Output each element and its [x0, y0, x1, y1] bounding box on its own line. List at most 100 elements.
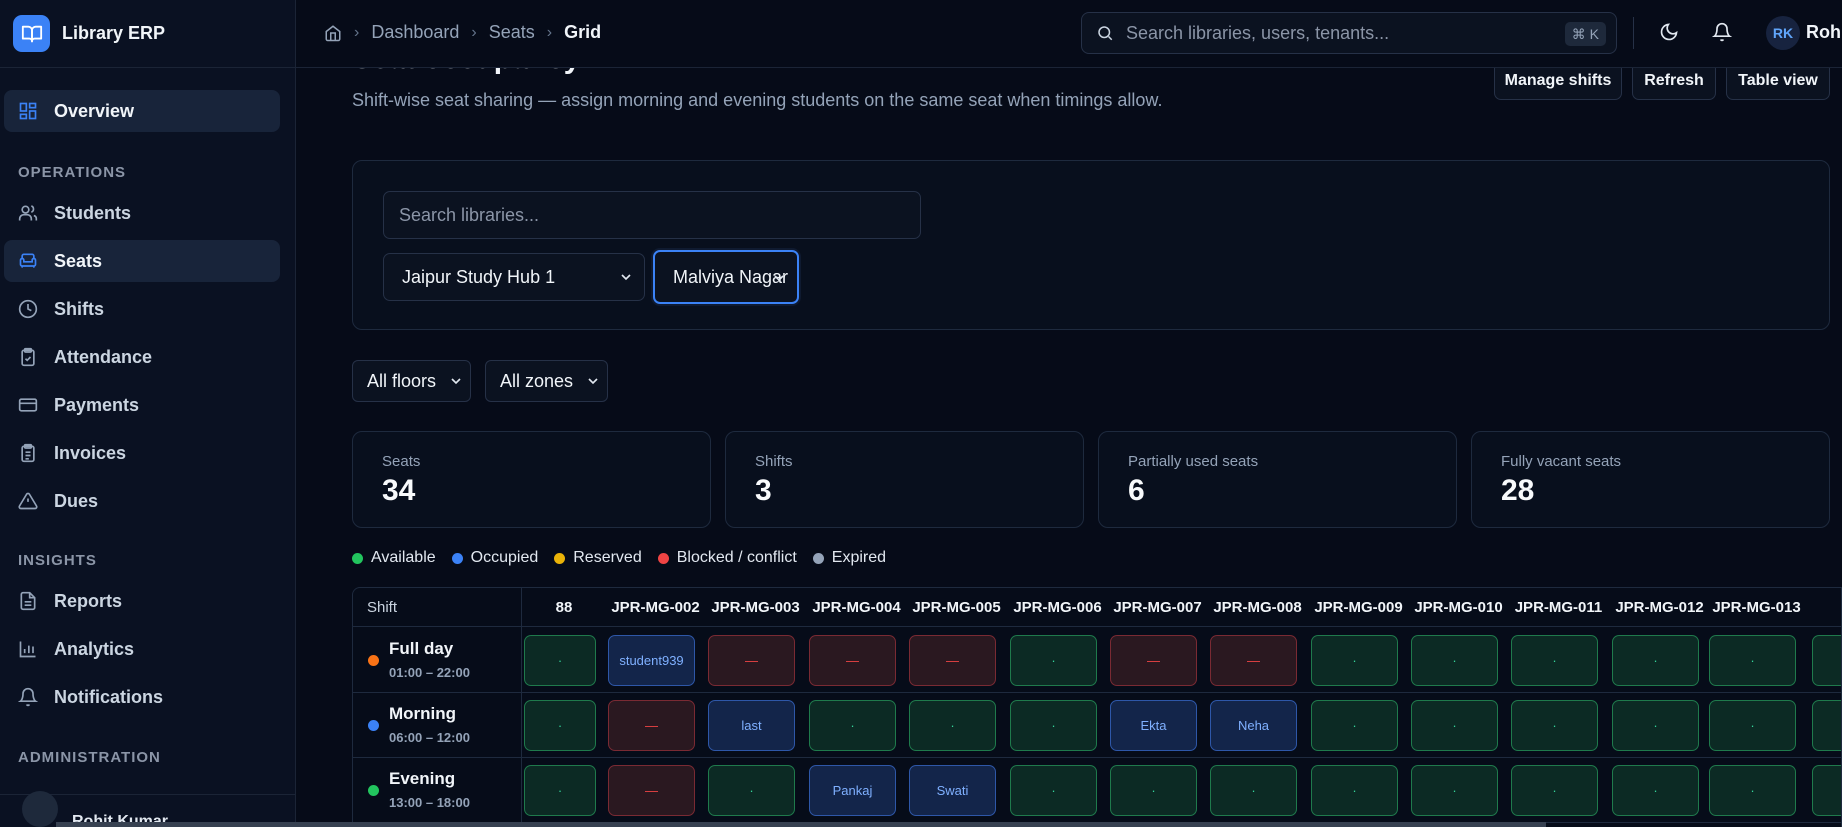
seat-cell-blocked[interactable]: —	[708, 635, 795, 686]
seat-cell-available[interactable]: ·	[909, 700, 996, 751]
seat-cell-occupied[interactable]: Ekta	[1110, 700, 1197, 751]
seat-cell-available[interactable]: ·	[1010, 635, 1097, 686]
seat-column-header: JPR-MG-013	[1712, 599, 1801, 616]
seat-cell-available[interactable]: ·	[1010, 765, 1097, 816]
sidebar-item-analytics[interactable]: Analytics	[4, 628, 280, 670]
seat-column-header: JPR-MG-010	[1414, 599, 1503, 616]
global-search-input[interactable]: Search libraries, users, tenants... ⌘ K	[1081, 12, 1617, 54]
library-select[interactable]: Jaipur Study Hub 1	[383, 253, 645, 301]
sidebar-item-invoices[interactable]: Invoices	[4, 432, 280, 474]
seat-cell-available[interactable]: ·	[524, 765, 596, 816]
home-icon[interactable]	[324, 24, 342, 42]
sidebar-item-attendance[interactable]: Attendance	[4, 336, 280, 378]
seat-cell-blocked[interactable]: —	[1110, 635, 1197, 686]
shift-row: Full day 01:00 – 22:00 · student939— — — · — — · ·…	[353, 628, 1841, 693]
chevron-right-icon: ›	[471, 23, 477, 41]
seat-cell-blocked[interactable]: —	[909, 635, 996, 686]
avatar[interactable]: RK	[1766, 16, 1800, 50]
seat-column-header: 88	[555, 599, 573, 616]
book-icon	[13, 15, 50, 52]
seat-cell-available[interactable]: ·	[524, 635, 596, 686]
seat-cell-available[interactable]: ·	[1511, 765, 1598, 816]
seat-cell-occupied[interactable]: last	[708, 700, 795, 751]
legend-dot	[352, 552, 363, 564]
seat-cell-available[interactable]: ·	[1612, 700, 1699, 751]
seat-cell-occupied[interactable]: Pankaj	[809, 765, 896, 816]
seat-cell-available[interactable]: ·	[1511, 635, 1598, 686]
seat-cell-available[interactable]: ·	[1110, 765, 1197, 816]
seat-cell-occupied[interactable]: Neha	[1210, 700, 1297, 751]
stat-value: 6	[1128, 474, 1145, 507]
zone-select-value: All zones	[500, 370, 574, 391]
app-root: Library ERP Overview OPERATIONS Students…	[0, 0, 1842, 827]
seat-cell-blocked[interactable]: —	[1210, 635, 1297, 686]
stat-card-fully-vacant: Fully vacant seats 28	[1471, 431, 1830, 528]
legend-item: Available	[352, 549, 436, 567]
breadcrumb-dashboard[interactable]: Dashboard	[371, 22, 459, 43]
moon-icon[interactable]	[1657, 20, 1681, 44]
library-search-input[interactable]: Search libraries...	[383, 191, 921, 239]
brand[interactable]: Library ERP	[0, 0, 296, 68]
seat-cell-available[interactable]: ·	[1010, 700, 1097, 751]
sidebar-item-students[interactable]: Students	[4, 192, 280, 234]
chevron-right-icon: ›	[546, 23, 553, 41]
seat-cell-blocked[interactable]: —	[608, 700, 695, 751]
seat-column-header: JPR-MG-009	[1314, 599, 1403, 616]
seat-cell-available[interactable]: ·	[1612, 765, 1699, 816]
seat-column-header: JPR-MG-005	[912, 599, 1001, 616]
armchair-icon	[18, 251, 38, 271]
seat-cell-available[interactable]: ·	[1511, 700, 1598, 751]
zone-select[interactable]: All zones	[485, 360, 608, 402]
sidebar-item-seats[interactable]: Seats	[4, 240, 280, 282]
seat-cell-available[interactable]: ·	[1709, 700, 1796, 751]
seat-cell-available[interactable]: ·	[1709, 635, 1796, 686]
seat-cell-available[interactable]: ·	[1311, 700, 1398, 751]
sidebar-item-label: Analytics	[54, 638, 135, 659]
seat-cell-available[interactable]	[1812, 700, 1841, 751]
sidebar-item-payments[interactable]: Payments	[4, 384, 280, 426]
shift-time: 13:00 – 18:00	[389, 795, 470, 810]
seat-cell-blocked[interactable]: —	[809, 635, 896, 686]
shortcut-badge: ⌘ K	[1564, 22, 1606, 46]
seat-cell-available[interactable]: ·	[524, 700, 596, 751]
sidebar-item-label: Overview	[54, 100, 135, 121]
seat-cell-occupied[interactable]: Swati	[909, 765, 996, 816]
floor-select[interactable]: All floors	[352, 360, 471, 402]
seat-cell-available[interactable]: ·	[1210, 765, 1297, 816]
topbar: › Dashboard › Seats › Grid Search librar…	[296, 0, 1842, 68]
header-user-name[interactable]: Rohi	[1806, 22, 1842, 43]
seat-cell-available[interactable]: ·	[1411, 700, 1498, 751]
breadcrumb-seats[interactable]: Seats	[489, 22, 535, 43]
sidebar-item-overview[interactable]: Overview	[4, 90, 280, 132]
seat-cell-available[interactable]: ·	[1411, 765, 1498, 816]
seat-cell-available[interactable]: ·	[1311, 635, 1398, 686]
branch-select[interactable]: Malviya Nagar	[653, 250, 799, 304]
seat-column-header: JPR-MG-006	[1013, 599, 1102, 616]
seat-cell-available[interactable]: ·	[1612, 635, 1699, 686]
sidebar-item-shifts[interactable]: Shifts	[4, 288, 280, 330]
clipboard-list-icon	[18, 443, 38, 463]
seat-cell-blocked[interactable]: —	[608, 765, 695, 816]
refresh-button[interactable]: Refresh	[1632, 68, 1716, 100]
avatar	[22, 791, 58, 827]
horizontal-scrollbar[interactable]	[56, 822, 1546, 827]
shift-row: Morning 06:00 – 12:00 · — last · · · Ekta Neha · · ·…	[353, 693, 1841, 758]
seat-cell-available[interactable]	[1812, 635, 1841, 686]
seat-cell-available[interactable]: ·	[1709, 765, 1796, 816]
seat-cell-available[interactable]: ·	[1411, 635, 1498, 686]
seat-cell-available[interactable]: ·	[708, 765, 795, 816]
sidebar-item-reports[interactable]: Reports	[4, 580, 280, 622]
bell-icon[interactable]	[1710, 20, 1734, 44]
seat-cell-available[interactable]	[1812, 765, 1841, 816]
table-view-button[interactable]: Table view	[1726, 68, 1830, 100]
seat-cell-available[interactable]: ·	[809, 700, 896, 751]
sidebar-item-dues[interactable]: Dues	[4, 480, 280, 522]
sidebar-item-notifications[interactable]: Notifications	[4, 676, 280, 718]
chevron-right-icon: ›	[354, 23, 360, 41]
seat-column-header: JPR-MG-003	[711, 599, 800, 616]
seat-cell-available[interactable]: ·	[1311, 765, 1398, 816]
seat-cell-occupied[interactable]: student939	[608, 635, 695, 686]
alert-triangle-icon	[18, 491, 38, 511]
manage-shifts-button[interactable]: Manage shifts	[1494, 68, 1622, 100]
legend-dot	[554, 552, 566, 564]
